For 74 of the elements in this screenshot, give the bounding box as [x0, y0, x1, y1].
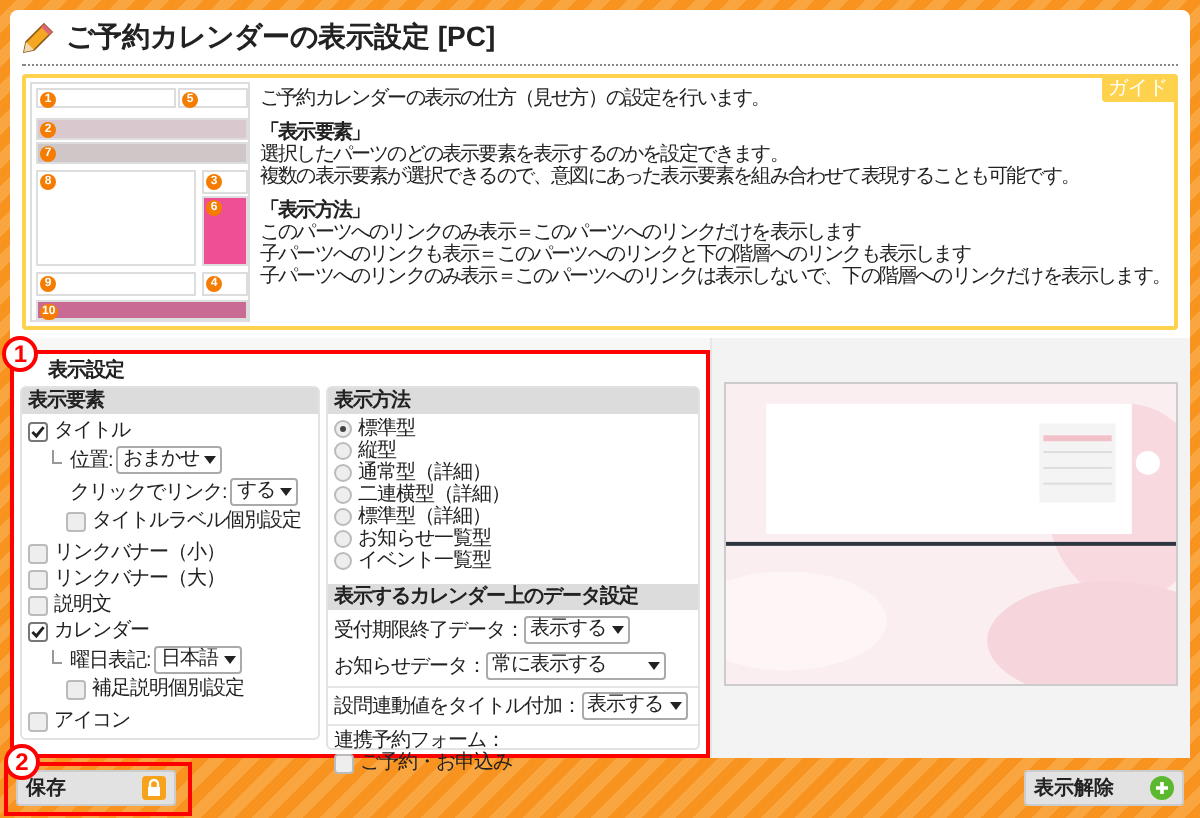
radio-button[interactable] [334, 552, 352, 570]
caret-down-icon [669, 702, 681, 710]
guide-tag: ガイド [1102, 78, 1174, 102]
field-label: 曜日表記: [70, 649, 151, 671]
guide-heading: 「表示方法」 [260, 200, 372, 222]
plus-icon [1150, 776, 1174, 800]
radio-button[interactable] [334, 530, 352, 548]
panel-header: 表示要素 [22, 388, 318, 414]
checkbox-label: タイトルラベル個別設定 [92, 510, 301, 532]
radio-button[interactable] [334, 486, 352, 504]
dropdown[interactable]: 表示する [581, 692, 687, 720]
checkbox-label: アイコン [54, 710, 130, 732]
guide-text: 子パーツへのリンクのみ表示＝このパーツへのリンクは表示しないで、下の階層へのリンクだけを表示します。 [260, 266, 1171, 288]
checkbox-label: カレンダー [54, 620, 149, 642]
tree-branch-icon [52, 449, 62, 463]
checkbox-label: リンクバナー（小） [54, 542, 225, 564]
save-button[interactable]: 保存 [16, 770, 176, 806]
page-title: ご予約カレンダーの表示設定 [PC] [66, 18, 496, 56]
checkbox[interactable] [66, 679, 86, 699]
checkbox[interactable] [28, 569, 48, 589]
checkbox[interactable] [28, 621, 48, 641]
dropdown[interactable]: 表示する [524, 616, 630, 644]
caret-down-icon [612, 626, 624, 634]
field-label: クリックでリンク: [70, 481, 227, 503]
guide-text: 選択したパーツのどの表示要素を表示するのかを設定できます。 [260, 144, 790, 166]
checkbox-label: 補足説明個別設定 [92, 678, 244, 700]
checkbox-label: リンクバナー（大） [54, 568, 225, 590]
section-heading: 表示設定 [46, 360, 126, 382]
caret-down-icon [223, 656, 236, 664]
checkbox[interactable] [28, 711, 48, 731]
radio-label: 二連横型（詳細） [358, 484, 510, 506]
radio-button[interactable] [334, 420, 352, 438]
hide-button[interactable]: 表示解除 [1024, 770, 1184, 806]
guide-text: 子パーツへのリンクも表示＝このパーツへのリンクと下の階層へのリンクも表示します [260, 244, 973, 266]
caret-down-icon [280, 488, 293, 496]
panel-header: 表示するカレンダー上のデータ設定 [328, 584, 698, 610]
guide-text: このパーツへのリンクのみ表示＝このパーツへのリンクだけを表示します [260, 222, 863, 244]
pencil-icon [22, 21, 54, 53]
caret-down-icon [648, 662, 660, 670]
radio-label: 標準型 [358, 418, 415, 440]
radio-label: お知らせ一覧型 [358, 528, 491, 550]
field-label: 位置: [70, 449, 113, 471]
checkbox[interactable] [334, 753, 354, 773]
lock-icon [142, 776, 166, 800]
tree-branch-icon [52, 649, 62, 663]
checkbox[interactable] [66, 511, 86, 531]
callout-number: 1 [2, 336, 38, 372]
radio-label: 縦型 [358, 440, 396, 462]
checkbox-label: タイトル [54, 420, 130, 442]
guide-heading: 「表示要素」 [260, 122, 372, 144]
dropdown[interactable]: 日本語 [154, 646, 242, 674]
field-label: 連携予約フォーム： [334, 730, 507, 752]
radio-button[interactable] [334, 442, 352, 460]
checkbox[interactable] [28, 543, 48, 563]
checkbox-label: ご予約・お申込み [360, 752, 512, 774]
caret-down-icon [204, 456, 217, 464]
guide-text: 複数の表示要素が選択できるので、意図にあった表示要素を組み合わせて表現することも可能です。 [260, 166, 1082, 188]
field-label: お知らせデータ： [334, 655, 486, 677]
checkbox-label: 説明文 [54, 594, 111, 616]
radio-button[interactable] [334, 508, 352, 526]
dropdown[interactable]: 常に表示する [486, 652, 666, 680]
checkbox[interactable] [28, 421, 48, 441]
radio-label: 標準型（詳細） [358, 506, 491, 528]
radio-label: イベント一覧型 [358, 550, 491, 572]
radio-label: 通常型（詳細） [358, 462, 491, 484]
field-label: 受付期限終了データ： [334, 619, 524, 641]
check-icon [30, 623, 46, 639]
field-label: 設問連動値をタイトル付加： [334, 695, 581, 717]
dropdown[interactable]: おまかせ [116, 446, 223, 474]
check-icon [30, 423, 46, 439]
checkbox[interactable] [28, 595, 48, 615]
dropdown[interactable]: する [230, 478, 299, 506]
panel-header: 表示方法 [328, 388, 698, 414]
radio-button[interactable] [334, 464, 352, 482]
